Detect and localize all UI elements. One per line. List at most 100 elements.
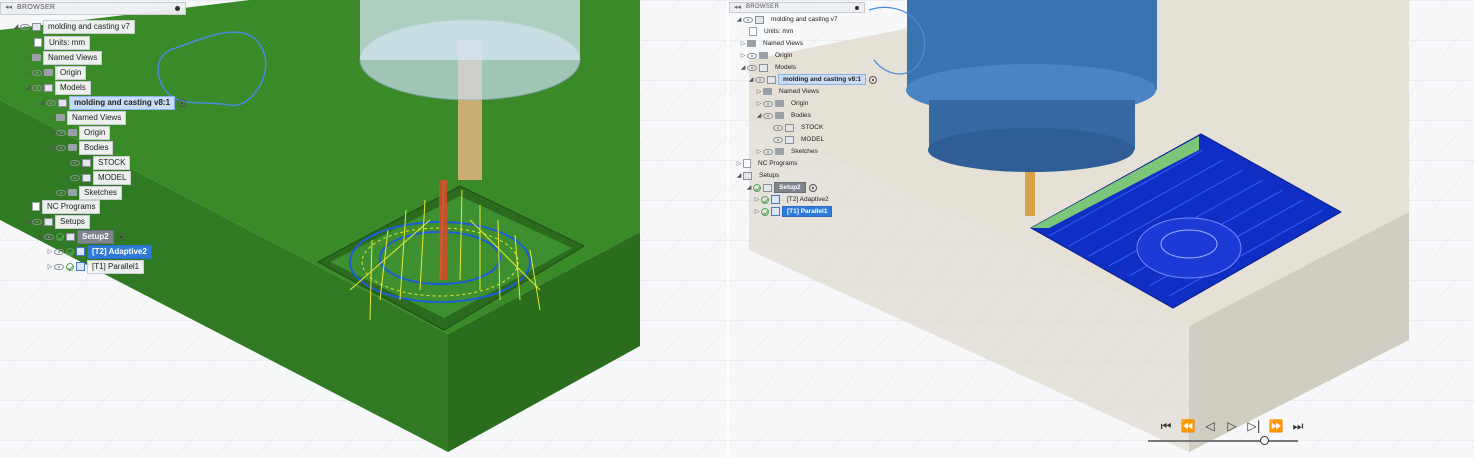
playback-slider-knob[interactable] <box>1259 436 1269 445</box>
tree-row[interactable]: ▷ Sketches <box>755 146 823 157</box>
tree-row[interactable]: ▷ Named Views <box>24 50 103 65</box>
viewport-right[interactable]: ◂◂ BROWSER ◢ molding and casting v7 Units… <box>729 0 1474 458</box>
eye-icon[interactable] <box>56 129 66 136</box>
tree-row[interactable]: ▷ Named Views <box>48 110 127 125</box>
tree-row[interactable]: ▷ [T2] Adaptive2 <box>753 194 834 205</box>
tree-label: Named Views <box>763 40 803 47</box>
step-forward-button[interactable]: ⏩ <box>1268 419 1284 433</box>
folder-icon <box>68 144 77 151</box>
tree-row[interactable]: ◢ Setup2 <box>745 182 819 193</box>
tree-row[interactable]: ▷ NC Programs <box>24 199 101 214</box>
eye-icon[interactable] <box>56 144 66 151</box>
tree-row[interactable]: ▷ [T1] Parallel1 <box>46 259 145 274</box>
eye-icon[interactable] <box>54 248 64 255</box>
folder-icon <box>68 189 77 196</box>
eye-icon[interactable] <box>32 69 42 76</box>
tree-label: STOCK <box>93 155 131 170</box>
tree-row[interactable]: Units: mm <box>34 35 90 50</box>
tree-row[interactable]: Units: mm <box>749 26 798 37</box>
document-icon <box>34 38 42 47</box>
eye-icon[interactable] <box>755 76 765 83</box>
tree-row[interactable]: ◢ Setups <box>24 214 90 229</box>
tree-row[interactable]: ▷ [T1] Parallel1 <box>753 206 833 217</box>
tree-row[interactable]: ◢ molding and casting v7 <box>12 19 135 34</box>
play-button[interactable]: ▷ <box>1224 419 1240 433</box>
tree-label: Setup2 <box>77 229 114 244</box>
activate-radio-icon[interactable] <box>808 183 817 192</box>
folder-icon <box>68 129 77 136</box>
tree-row[interactable]: STOCK <box>70 155 131 170</box>
activate-radio-icon[interactable] <box>178 98 187 107</box>
last-frame-button[interactable]: ⏭ <box>1290 419 1306 434</box>
pin-icon[interactable] <box>855 6 859 10</box>
tree-row[interactable]: ▷ Named Views <box>739 38 808 49</box>
tree-label: Bodies <box>791 112 811 119</box>
tree-row[interactable]: ▷ Sketches <box>48 185 122 200</box>
eye-icon[interactable] <box>32 218 42 225</box>
tree-row[interactable]: ◢ molding and casting v8:1 <box>747 74 879 85</box>
browser-header-left[interactable]: ◂◂ BROWSER <box>0 2 186 15</box>
activate-radio-icon[interactable] <box>116 232 125 241</box>
tree-row[interactable]: ▷ Origin <box>755 98 813 109</box>
tree-row[interactable]: MODEL <box>70 170 132 185</box>
eye-icon[interactable] <box>46 99 56 106</box>
tree-label: [T1] Parallel1 <box>87 259 145 274</box>
browser-header-right[interactable]: ◂◂ BROWSER <box>729 2 865 13</box>
eye-icon[interactable] <box>763 112 773 119</box>
browser-title: BROWSER <box>17 4 56 11</box>
tree-row[interactable]: ▷ Named Views <box>755 86 824 97</box>
eye-icon[interactable] <box>773 136 783 143</box>
eye-icon[interactable] <box>747 64 757 71</box>
tree-row[interactable]: ▷ Origin <box>24 65 87 80</box>
tree-row[interactable]: ◢ Bodies <box>48 140 114 155</box>
prev-button[interactable]: ◁ <box>1202 419 1218 433</box>
step-back-button[interactable]: ⏪ <box>1180 419 1196 433</box>
eye-icon[interactable] <box>20 23 30 30</box>
pin-icon[interactable] <box>175 6 180 11</box>
eye-icon[interactable] <box>56 189 66 196</box>
tree-row[interactable]: ▷ NC Programs <box>735 158 802 169</box>
tree-row[interactable]: ◢ Models <box>24 80 91 95</box>
tree-row[interactable]: ◢ Setup2 <box>36 229 127 244</box>
check-icon <box>753 183 761 192</box>
collapse-icon[interactable]: ◂◂ <box>734 3 741 11</box>
eye-icon[interactable] <box>44 233 54 240</box>
tool-path-red <box>439 180 447 280</box>
tree-row[interactable]: ◢ Models <box>739 62 801 73</box>
eye-icon[interactable] <box>747 52 757 59</box>
eye-icon[interactable] <box>763 100 773 107</box>
viewport-right-scene <box>729 0 1474 458</box>
eye-icon[interactable] <box>763 148 773 155</box>
tree-row[interactable]: ◢ Setups <box>735 170 784 181</box>
eye-icon[interactable] <box>743 16 753 23</box>
setups-icon <box>743 171 752 180</box>
playback-slider[interactable] <box>1148 436 1298 445</box>
tree-row[interactable]: STOCK <box>773 122 828 133</box>
viewport-left[interactable]: ◂◂ BROWSER ◢ molding and casting v7 Units… <box>0 0 727 458</box>
nc-program-icon <box>743 159 751 168</box>
eye-icon[interactable] <box>773 124 783 131</box>
eye-icon[interactable] <box>32 84 42 91</box>
tree-label: MODEL <box>93 170 132 185</box>
eye-icon[interactable] <box>70 159 80 166</box>
tree-row[interactable]: ▷ Origin <box>739 50 797 61</box>
tree-label: NC Programs <box>758 160 798 167</box>
tree-row[interactable]: ◢ Bodies <box>755 110 816 121</box>
tree-row[interactable]: ◢ molding and casting v8:1 <box>38 95 188 110</box>
tree-row[interactable]: ◢ molding and casting v7 <box>735 14 843 25</box>
folder-icon <box>763 88 772 95</box>
tree-row[interactable]: ▷ [T2] Adaptive2 <box>46 244 152 259</box>
activate-radio-icon[interactable] <box>869 75 878 84</box>
first-frame-button[interactable]: ⏮ <box>1158 419 1174 434</box>
eye-icon[interactable] <box>70 174 80 181</box>
folder-icon <box>759 52 768 59</box>
tree-label: Setups <box>759 172 780 179</box>
tree-row[interactable]: ▷ Origin <box>48 125 111 140</box>
check-icon <box>56 232 64 241</box>
next-button[interactable]: ▷| <box>1246 419 1262 433</box>
tree-label: Sketches <box>79 185 122 200</box>
collapse-icon[interactable]: ◂◂ <box>5 3 12 11</box>
eye-icon[interactable] <box>54 263 64 270</box>
tree-row[interactable]: MODEL <box>773 134 829 145</box>
check-icon <box>66 247 74 256</box>
